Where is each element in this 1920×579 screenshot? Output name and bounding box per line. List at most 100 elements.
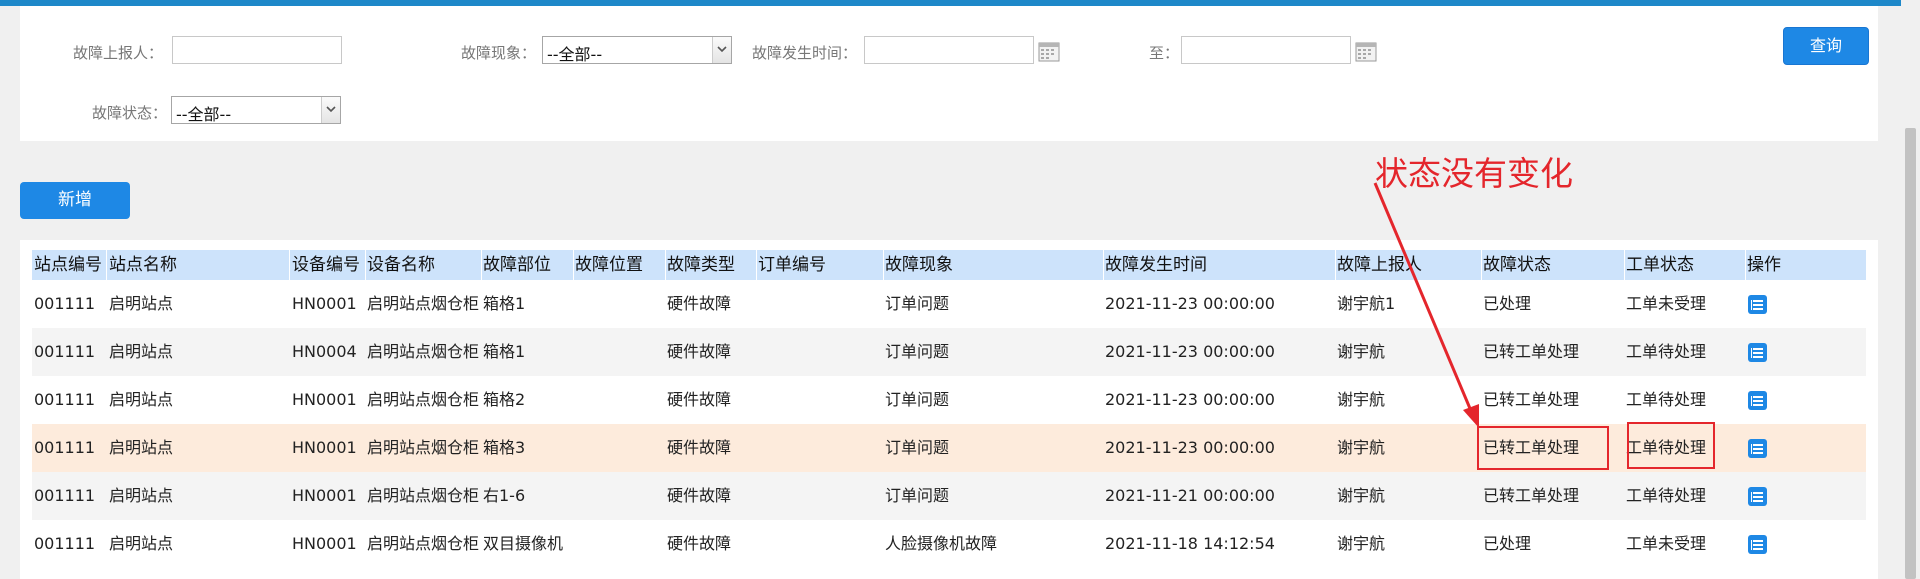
table-row[interactable]: 001111 启明站点 HN0001 启明站点烟仓柜 箱格2 硬件故障 订单问题… (32, 376, 1866, 424)
cell-fault-time: 2021-11-21 00:00:00 (1105, 486, 1275, 505)
cell-station-id: 001111 (34, 486, 96, 505)
cell-reporter: 谢宇航 (1337, 486, 1386, 505)
list-detail-icon[interactable] (1748, 535, 1767, 554)
cell-workorder-status: 工单未受理 (1626, 534, 1707, 553)
cell-workorder-status: 工单待处理 (1626, 390, 1707, 409)
cell-fault-time: 2021-11-23 00:00:00 (1105, 294, 1275, 313)
header-fault-part: 故障部位 (483, 255, 551, 275)
cell-device-id: HN0001 (292, 294, 357, 313)
header-device-name: 设备名称 (367, 255, 435, 275)
cell-device-id: HN0001 (292, 486, 357, 505)
table-row[interactable]: 001111 启明站点 HN0001 启明站点烟仓柜 双目摄像机 硬件故障 人脸… (32, 520, 1866, 568)
status-select-value: --全部-- (176, 105, 232, 124)
cell-workorder-status: 工单未受理 (1626, 294, 1707, 313)
calendar-icon[interactable] (1038, 40, 1060, 62)
cell-device-id: HN0001 (292, 390, 357, 409)
cell-phenomenon: 订单问题 (885, 342, 950, 361)
cell-fault-part: 箱格1 (483, 342, 526, 361)
table-row[interactable]: 001111 启明站点 HN0001 启明站点烟仓柜 右1-6 硬件故障 订单问… (32, 472, 1866, 520)
cell-fault-type: 硬件故障 (667, 342, 732, 361)
calendar-icon[interactable] (1355, 40, 1377, 62)
phenomenon-label: 故障现象： (461, 44, 537, 62)
cell-device-name: 启明站点烟仓柜 (367, 438, 480, 457)
cell-device-id: HN0001 (292, 534, 357, 553)
time-from-input[interactable] (864, 36, 1034, 64)
cell-fault-status: 已转工单处理 (1483, 486, 1580, 505)
header-device-id: 设备编号 (292, 255, 360, 275)
reporter-input[interactable] (172, 36, 342, 64)
cell-fault-type: 硬件故障 (667, 486, 732, 505)
phenomenon-select[interactable]: --全部-- (542, 36, 732, 64)
header-fault-type: 故障类型 (667, 255, 735, 275)
cell-fault-type: 硬件故障 (667, 390, 732, 409)
to-label: 至： (1149, 44, 1180, 62)
vertical-scrollbar[interactable] (1901, 0, 1920, 579)
cell-station-id: 001111 (34, 534, 96, 553)
cell-fault-time: 2021-11-23 00:00:00 (1105, 438, 1275, 457)
cell-phenomenon: 订单问题 (885, 486, 950, 505)
cell-device-name: 启明站点烟仓柜 (367, 342, 480, 361)
cell-station-name: 启明站点 (109, 294, 174, 313)
cell-device-name: 启明站点烟仓柜 (367, 534, 480, 553)
phenomenon-select-value: --全部-- (547, 45, 603, 64)
add-button[interactable]: 新增 (20, 182, 130, 219)
header-actions: 操作 (1747, 255, 1781, 275)
table-row[interactable]: 001111 启明站点 HN0001 启明站点烟仓柜 箱格1 硬件故障 订单问题… (32, 280, 1866, 328)
list-detail-icon[interactable] (1748, 439, 1767, 458)
fault-table: 站点编号 站点名称 设备编号 设备名称 故障部位 故障位置 故障类型 订单编号 … (20, 240, 1878, 579)
scrollbar-thumb[interactable] (1905, 128, 1916, 579)
list-detail-icon[interactable] (1748, 487, 1767, 506)
annotation-box-fault-status (1477, 426, 1609, 470)
cell-station-id: 001111 (34, 438, 96, 457)
header-station-name: 站点名称 (109, 255, 177, 275)
cell-workorder-status: 工单待处理 (1626, 342, 1707, 361)
cell-fault-status: 已处理 (1483, 294, 1532, 313)
cell-fault-status: 已转工单处理 (1483, 342, 1580, 361)
cell-station-name: 启明站点 (109, 390, 174, 409)
cell-reporter: 谢宇航 (1337, 390, 1386, 409)
cell-station-id: 001111 (34, 390, 96, 409)
cell-fault-type: 硬件故障 (667, 438, 732, 457)
reporter-label: 故障上报人： (73, 44, 164, 62)
time-to-input[interactable] (1181, 36, 1351, 64)
cell-station-id: 001111 (34, 294, 96, 313)
cell-reporter: 谢宇航 (1337, 342, 1386, 361)
table-header-row: 站点编号 站点名称 设备编号 设备名称 故障部位 故障位置 故障类型 订单编号 … (32, 250, 1866, 280)
query-button[interactable]: 查询 (1783, 27, 1869, 65)
cell-fault-time: 2021-11-23 00:00:00 (1105, 390, 1275, 409)
cell-fault-status: 已处理 (1483, 534, 1532, 553)
cell-reporter: 谢宇航 (1337, 438, 1386, 457)
cell-fault-status: 已转工单处理 (1483, 390, 1580, 409)
cell-station-id: 001111 (34, 342, 96, 361)
list-detail-icon[interactable] (1748, 343, 1767, 362)
cell-fault-type: 硬件故障 (667, 534, 732, 553)
header-order-id: 订单编号 (758, 255, 826, 275)
cell-fault-part: 右1-6 (483, 486, 526, 505)
cell-device-id: HN0004 (292, 342, 357, 361)
cell-fault-part: 箱格2 (483, 390, 526, 409)
cell-fault-time: 2021-11-23 00:00:00 (1105, 342, 1275, 361)
header-fault-status: 故障状态 (1483, 255, 1551, 275)
header-fault-time: 故障发生时间 (1105, 255, 1207, 275)
header-reporter: 故障上报人 (1337, 255, 1422, 275)
cell-station-name: 启明站点 (109, 342, 174, 361)
cell-phenomenon: 订单问题 (885, 294, 950, 313)
annotation-text: 状态没有变化 (1375, 154, 1573, 193)
chevron-down-icon[interactable] (712, 37, 731, 63)
header-station-id: 站点编号 (34, 255, 102, 275)
cell-device-id: HN0001 (292, 438, 357, 457)
cell-station-name: 启明站点 (109, 438, 174, 457)
cell-station-name: 启明站点 (109, 534, 174, 553)
cell-fault-part: 双目摄像机 (483, 534, 564, 553)
filter-panel: 故障上报人： 故障现象： --全部-- 故障发生时间： 至： 故障状态： --全… (20, 6, 1878, 141)
table-row[interactable]: 001111 启明站点 HN0004 启明站点烟仓柜 箱格1 硬件故障 订单问题… (32, 328, 1866, 376)
list-detail-icon[interactable] (1748, 295, 1767, 314)
list-detail-icon[interactable] (1748, 391, 1767, 410)
cell-device-name: 启明站点烟仓柜 (367, 294, 480, 313)
chevron-down-icon[interactable] (321, 97, 340, 123)
cell-phenomenon: 订单问题 (885, 438, 950, 457)
header-phenomenon: 故障现象 (885, 255, 953, 275)
cell-fault-type: 硬件故障 (667, 294, 732, 313)
status-select[interactable]: --全部-- (171, 96, 341, 124)
cell-fault-part: 箱格1 (483, 294, 526, 313)
